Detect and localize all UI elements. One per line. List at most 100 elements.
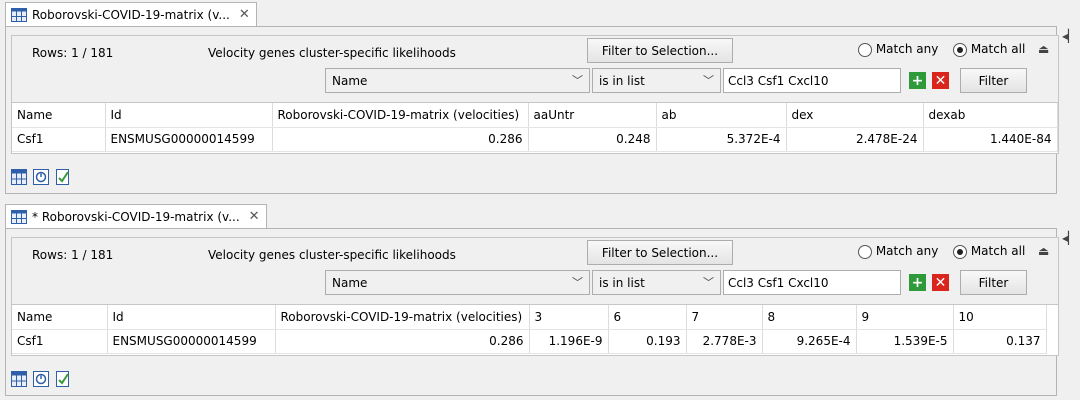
table-row[interactable]: Csf1 ENSMUSG00000014599 0.286 0.248 5.37… (12, 127, 1058, 152)
table-cell[interactable]: Csf1 (12, 329, 108, 354)
tab-title: Roborovski-COVID-19-matrix (v... (32, 7, 230, 22)
tab-strip: Roborovski-COVID-19-matrix (v... ✕ (0, 0, 1080, 26)
match-any-label: Match any (875, 42, 939, 56)
editor-frame: ◂▏ Rows: 1 / 181 Velocity genes cluster-… (5, 26, 1077, 194)
table-cell[interactable]: 2.478E-24 (786, 127, 924, 152)
chevron-down-icon: ﹀ (572, 276, 583, 289)
column-select[interactable]: Name ﹀ (325, 270, 590, 295)
column-header[interactable]: Name (12, 305, 108, 330)
close-icon[interactable]: ✕ (249, 209, 260, 224)
column-header[interactable]: Roborovski-COVID-19-matrix (velocities) (275, 305, 530, 330)
header-row: Name Id Roborovski-COVID-19-matrix (velo… (12, 103, 1058, 128)
match-any-label: Match any (875, 244, 939, 258)
editor-tab[interactable]: Roborovski-COVID-19-matrix (v... ✕ (5, 2, 257, 26)
remove-icon[interactable]: ✕ (932, 274, 949, 291)
column-header[interactable]: 10 (953, 305, 1047, 330)
table-cell[interactable]: 2.778E-3 (686, 329, 763, 354)
view-toolbar (11, 371, 71, 387)
table-cell[interactable]: 1.539E-5 (856, 329, 954, 354)
table-description: Velocity genes cluster-specific likeliho… (208, 46, 456, 60)
filter-value-input[interactable]: Ccl3 Csf1 Cxcl10 (723, 68, 901, 93)
column-header[interactable]: dexab (923, 103, 1058, 128)
eject-icon[interactable]: ⏏ (1038, 244, 1049, 258)
table: Name Id Roborovski-COVID-19-matrix (velo… (12, 305, 1047, 354)
column-header[interactable]: 8 (762, 305, 857, 330)
table-cell[interactable]: 5.372E-4 (656, 127, 787, 152)
column-header[interactable]: 6 (608, 305, 687, 330)
chevron-down-icon: ﹀ (703, 276, 714, 289)
table-panel-2: * Roborovski-COVID-19-matrix (v... ✕ ◂▏ … (0, 202, 1080, 400)
chart-view-icon[interactable] (33, 371, 49, 387)
filter-button[interactable]: Filter (960, 270, 1027, 295)
checklist-icon[interactable] (55, 371, 71, 387)
match-any-option[interactable]: Match any (858, 42, 938, 57)
table-cell[interactable]: Csf1 (12, 127, 106, 152)
table-cell[interactable]: 0.286 (272, 127, 529, 152)
editor-frame: ◂▏ Rows: 1 / 181 Velocity genes cluster-… (5, 228, 1077, 396)
match-all-label: Match all (970, 42, 1026, 56)
plus-icon[interactable]: + (909, 274, 926, 291)
tab-title: * Roborovski-COVID-19-matrix (v... (32, 209, 240, 224)
match-all-radio[interactable] (953, 42, 967, 57)
table-cell[interactable]: ENSMUSG00000014599 (105, 127, 273, 152)
match-all-option[interactable]: Match all (953, 244, 1025, 259)
eject-icon[interactable]: ⏏ (1038, 42, 1049, 56)
table-view-icon[interactable] (11, 169, 27, 185)
table-cell[interactable]: ENSMUSG00000014599 (107, 329, 276, 354)
column-header[interactable]: Roborovski-COVID-19-matrix (velocities) (272, 103, 529, 128)
column-header[interactable]: Name (12, 103, 106, 128)
view-toolbar (11, 169, 71, 185)
match-all-label: Match all (970, 244, 1026, 258)
column-header[interactable]: 7 (686, 305, 763, 330)
operator-select[interactable]: is in list ﹀ (592, 270, 721, 295)
table-description: Velocity genes cluster-specific likeliho… (208, 248, 456, 262)
match-all-option[interactable]: Match all (953, 42, 1025, 57)
column-select-value: Name (332, 275, 368, 290)
match-all-radio[interactable] (953, 244, 967, 259)
table-cell[interactable]: 0.286 (275, 329, 530, 354)
close-icon[interactable]: ✕ (239, 7, 250, 22)
column-header[interactable]: 9 (856, 305, 954, 330)
collapse-icon[interactable]: ◂▏ (1062, 29, 1077, 43)
operator-select-value: is in list (599, 73, 645, 88)
column-header[interactable]: Id (105, 103, 273, 128)
table: Name Id Roborovski-COVID-19-matrix (velo… (12, 103, 1058, 152)
data-table: Name Id Roborovski-COVID-19-matrix (velo… (11, 304, 1059, 356)
table-cell[interactable]: 0.137 (953, 329, 1047, 354)
chevron-down-icon: ﹀ (572, 74, 583, 87)
column-header[interactable]: 3 (529, 305, 609, 330)
column-select-value: Name (332, 73, 368, 88)
operator-select[interactable]: is in list ﹀ (592, 68, 721, 93)
column-header[interactable]: dex (786, 103, 924, 128)
editor-tab[interactable]: * Roborovski-COVID-19-matrix (v... ✕ (5, 204, 267, 228)
filter-to-selection-button[interactable]: Filter to Selection... (587, 38, 733, 63)
checklist-icon[interactable] (55, 169, 71, 185)
table-cell[interactable]: 1.196E-9 (529, 329, 609, 354)
filter-button[interactable]: Filter (960, 68, 1027, 93)
table-icon (11, 7, 27, 22)
table-icon (11, 209, 27, 224)
match-any-option[interactable]: Match any (858, 244, 938, 259)
column-header[interactable]: ab (656, 103, 787, 128)
operator-select-value: is in list (599, 275, 645, 290)
plus-icon[interactable]: + (909, 72, 926, 89)
filter-to-selection-button[interactable]: Filter to Selection... (587, 240, 733, 265)
table-view-icon[interactable] (11, 371, 27, 387)
table-cell[interactable]: 0.193 (608, 329, 687, 354)
column-select[interactable]: Name ﹀ (325, 68, 590, 93)
match-any-radio[interactable] (858, 244, 872, 259)
rows-count: Rows: 1 / 181 (32, 46, 114, 60)
data-table: Name Id Roborovski-COVID-19-matrix (velo… (11, 102, 1059, 154)
remove-icon[interactable]: ✕ (932, 72, 949, 89)
table-row[interactable]: Csf1 ENSMUSG00000014599 0.286 1.196E-9 0… (12, 329, 1047, 354)
table-cell[interactable]: 0.248 (528, 127, 657, 152)
table-cell[interactable]: 9.265E-4 (762, 329, 857, 354)
chart-view-icon[interactable] (33, 169, 49, 185)
column-header[interactable]: aaUntr (528, 103, 657, 128)
table-cell[interactable]: 1.440E-84 (923, 127, 1058, 152)
column-header[interactable]: Id (107, 305, 276, 330)
match-any-radio[interactable] (858, 42, 872, 57)
collapse-icon[interactable]: ◂▏ (1062, 231, 1077, 245)
tab-strip: * Roborovski-COVID-19-matrix (v... ✕ (0, 202, 1080, 228)
filter-value-input[interactable]: Ccl3 Csf1 Cxcl10 (723, 270, 901, 295)
